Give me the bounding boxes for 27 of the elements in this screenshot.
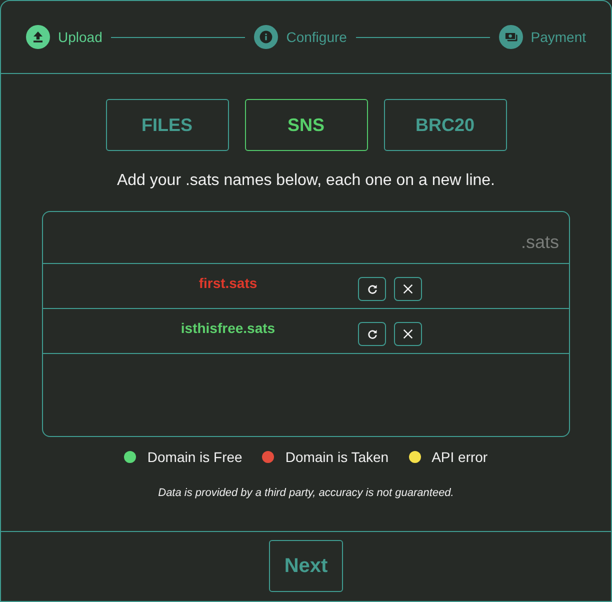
remove-button[interactable] — [394, 322, 422, 346]
legend-label: Domain is Taken — [285, 448, 389, 466]
cash-icon — [498, 25, 523, 49]
upload-icon — [26, 25, 50, 49]
disclaimer-text: Data is provided by a third party, accuracy is not guaranteed. — [158, 486, 454, 500]
tab[interactable]: SNS — [244, 99, 368, 151]
step-label: Upload — [58, 28, 102, 46]
step-label: Payment — [530, 28, 586, 46]
refresh-icon — [366, 328, 378, 340]
step-label: Configure — [286, 28, 347, 46]
refresh-button[interactable] — [358, 322, 386, 346]
info-icon — [254, 25, 278, 49]
close-icon — [403, 284, 413, 294]
domain-name: isthisfree.sats — [180, 319, 276, 337]
remove-button[interactable] — [394, 277, 422, 301]
next-button[interactable]: Next — [269, 540, 343, 592]
tab[interactable]: BRC20 — [384, 99, 506, 151]
name-input-field[interactable]: .sats — [43, 212, 569, 264]
refresh-icon — [366, 284, 378, 294]
refresh-button[interactable] — [358, 277, 386, 301]
instruction-text: Add your .sats names below, each one on a new line. — [116, 171, 495, 191]
legend-label: Domain is Free — [147, 448, 242, 466]
close-icon — [403, 329, 413, 339]
legend-label: API error — [432, 448, 488, 466]
domain-name: first.sats — [198, 274, 258, 292]
tab[interactable]: FILES — [106, 99, 228, 151]
suffix-label: .sats — [520, 230, 559, 252]
